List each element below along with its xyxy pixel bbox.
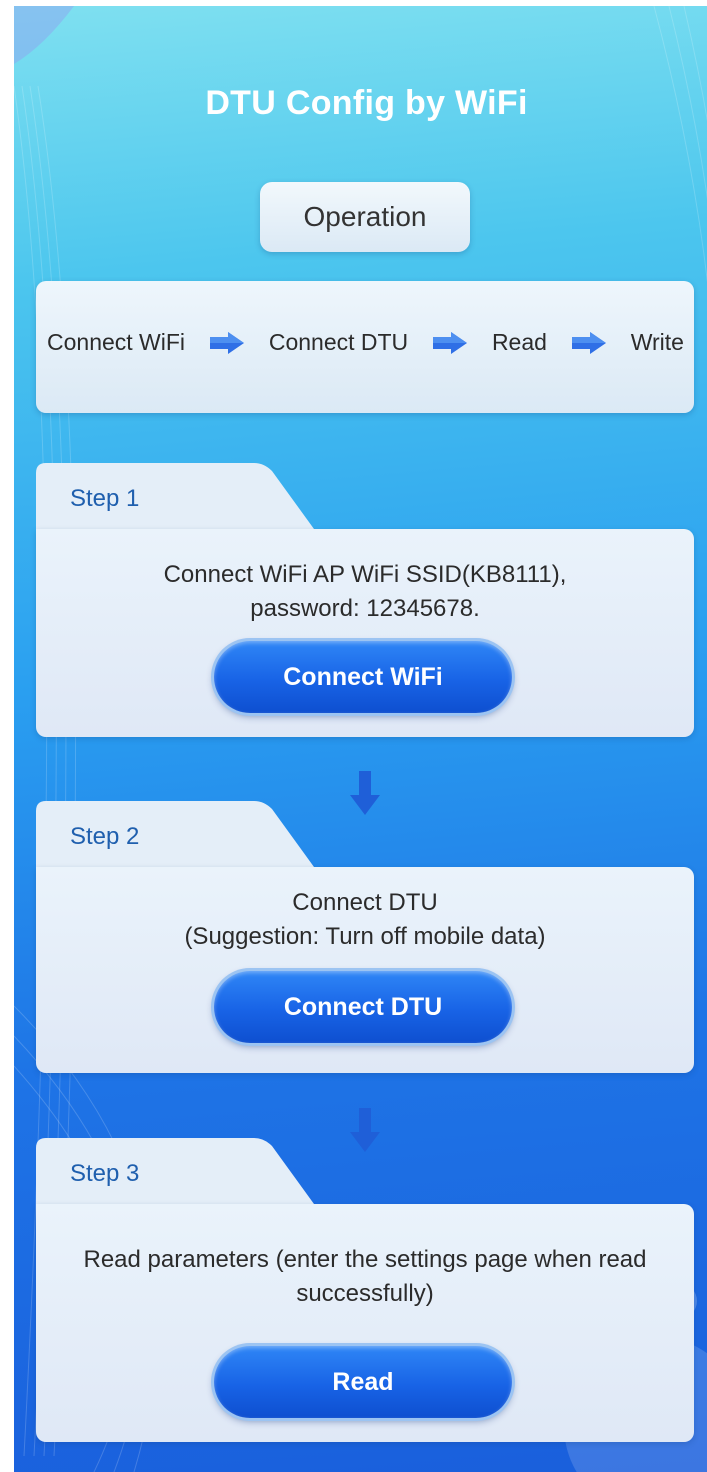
page-title: DTU Config by WiFi — [205, 84, 528, 122]
step-3-label: Step 3 — [70, 1160, 140, 1187]
connect-wifi-button[interactable]: Connect WiFi — [214, 641, 512, 713]
connect-dtu-button[interactable]: Connect DTU — [214, 971, 512, 1043]
step-1-line-1: Connect WiFi AP WiFi SSID(KB8111), — [163, 561, 567, 588]
app-screen: DTU Config by WiFi Operation Connect WiF… — [14, 6, 707, 1472]
step-3-line-1: Read parameters (enter the settings page… — [83, 1246, 647, 1273]
flow-step-read: Read — [491, 329, 547, 355]
flow-steps: Connect WiFi Connect DTU Read Write — [36, 329, 694, 356]
right-arrow-icon — [209, 331, 244, 354]
operation-label: Operation — [260, 182, 470, 252]
step-3-card: Read parameters (enter the settings page… — [36, 1204, 694, 1442]
flow-step-connect-dtu: Connect DTU — [268, 329, 409, 355]
right-arrow-icon — [571, 331, 606, 354]
step-1-card: Connect WiFi AP WiFi SSID(KB8111), passw… — [36, 529, 694, 737]
step-2-label: Step 2 — [70, 823, 140, 850]
step-1-line-2: password: 12345678. — [250, 595, 480, 622]
step-2-card: Connect DTU (Suggestion: Turn off mobile… — [36, 867, 694, 1073]
step-2-tab: Step 2 — [36, 801, 314, 871]
right-arrow-icon — [433, 331, 468, 354]
down-arrow-icon — [350, 771, 380, 815]
step-2-line-2: (Suggestion: Turn off mobile data) — [184, 923, 546, 950]
step-3-line-2: successfully) — [296, 1280, 434, 1307]
flow-step-write: Write — [630, 329, 684, 355]
step-1-tab: Step 1 — [36, 463, 314, 533]
flow-step-connect-wifi: Connect WiFi — [47, 329, 186, 355]
step-1-label: Step 1 — [70, 485, 140, 512]
step-2-line-1: Connect DTU — [292, 889, 438, 916]
down-arrow-icon — [350, 1108, 380, 1152]
read-button[interactable]: Read — [214, 1346, 512, 1418]
operation-text: Operation — [303, 201, 427, 232]
step-3-tab: Step 3 — [36, 1138, 314, 1208]
flow-card: Connect WiFi Connect DTU Read Write — [36, 281, 694, 413]
